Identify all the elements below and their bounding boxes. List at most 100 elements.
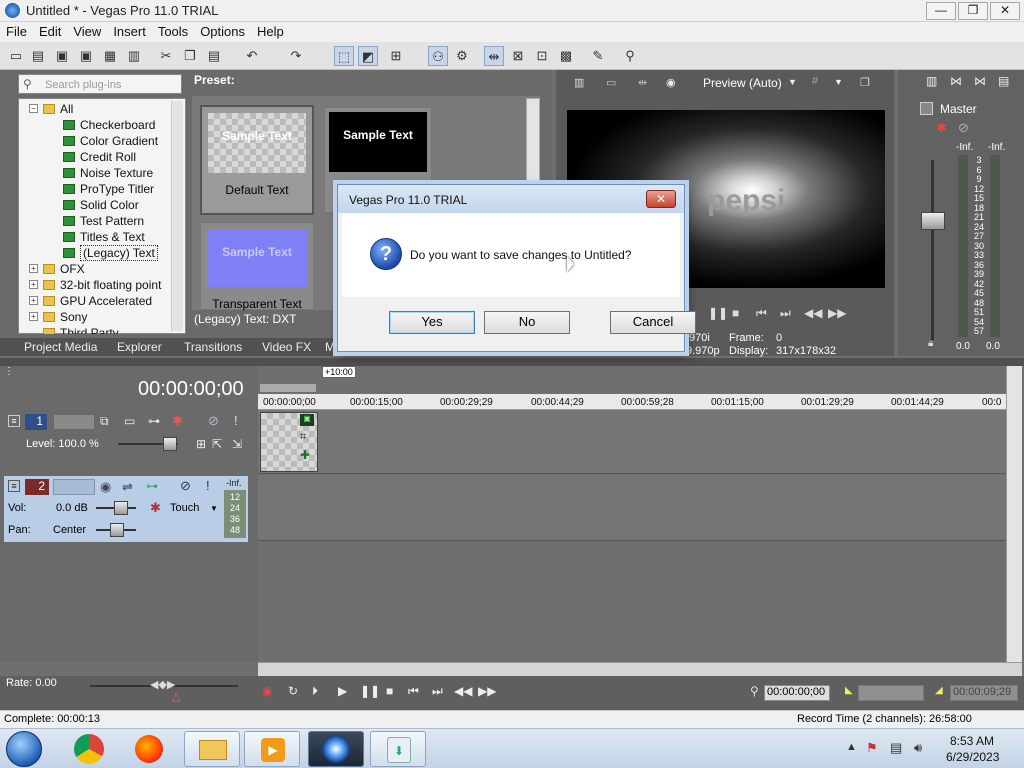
- next-frame-icon[interactable]: ⏭: [780, 306, 791, 321]
- parent-child-icon[interactable]: ⊶: [148, 414, 160, 428]
- vol-slider[interactable]: [114, 501, 128, 515]
- taskbar-firefox[interactable]: [122, 731, 178, 767]
- preview-fx-icon[interactable]: ◉: [666, 76, 676, 89]
- tree-scrollbar[interactable]: [171, 101, 183, 331]
- event-fx-icon[interactable]: ✚: [300, 448, 310, 462]
- downmix-icon[interactable]: ⋈: [950, 74, 962, 88]
- clock-time[interactable]: 8:53 AM: [950, 734, 994, 748]
- snapping-icon[interactable]: ⊞: [386, 46, 406, 66]
- taskbar-media-player[interactable]: ▶: [244, 731, 300, 767]
- tree-item-legacy-text[interactable]: (Legacy) Text: [63, 245, 158, 261]
- tab-transitions[interactable]: Transitions: [184, 340, 242, 354]
- timeline-vscroll[interactable]: [1006, 366, 1022, 662]
- menu-tools[interactable]: Tools: [152, 22, 194, 39]
- enable-snapping-icon[interactable]: ⇹: [484, 46, 504, 66]
- master-mute-icon[interactable]: ⊘: [958, 120, 969, 136]
- plugin-tree[interactable]: − All Checkerboard Color Gradient Credit…: [18, 98, 186, 334]
- tree-item-32bit[interactable]: 32-bit floating point: [43, 278, 161, 292]
- dialog-close-button[interactable]: ✕: [646, 190, 676, 208]
- prev-frame-icon[interactable]: ⏮: [756, 306, 767, 321]
- solo-icon[interactable]: !: [206, 478, 210, 493]
- prev-frame-icon[interactable]: ◀◀: [454, 684, 472, 698]
- taskbar-vegas[interactable]: [308, 731, 364, 767]
- event-pan-crop-icon[interactable]: ▣: [300, 414, 314, 426]
- menu-file[interactable]: File: [0, 22, 33, 39]
- taskbar-installer[interactable]: ⬇: [370, 731, 426, 767]
- collapse-all-icon[interactable]: −: [29, 104, 38, 113]
- record-icon[interactable]: ◉: [262, 684, 272, 698]
- tray-volume-icon[interactable]: 🔊︎: [914, 740, 922, 756]
- compositing-icon[interactable]: ⇱: [212, 437, 222, 451]
- maximize-button[interactable]: ❐: [958, 2, 988, 20]
- tree-item-color-gradient[interactable]: Color Gradient: [63, 134, 158, 148]
- cut-icon[interactable]: ✂: [156, 46, 176, 66]
- save-as-icon[interactable]: ▣: [76, 46, 96, 66]
- tab-project-media[interactable]: Project Media: [24, 340, 97, 354]
- tray-arrow-icon[interactable]: ▲: [846, 741, 857, 753]
- master-lock-icon[interactable]: 🔒︎: [928, 338, 933, 349]
- expand-icon[interactable]: +: [29, 312, 38, 321]
- tab-explorer[interactable]: Explorer: [117, 340, 162, 354]
- selection-length-field[interactable]: 00:00:09;29: [950, 685, 1018, 701]
- go-to-start-icon[interactable]: ⏮: [408, 684, 419, 699]
- overlays-icon[interactable]: #: [812, 75, 818, 87]
- tab-video-fx[interactable]: Video FX: [262, 340, 311, 354]
- split-screen-icon[interactable]: ⇹: [638, 76, 647, 89]
- track-expand-icon[interactable]: ≡: [8, 415, 20, 427]
- properties-icon[interactable]: ▥: [124, 46, 144, 66]
- automation-icon[interactable]: ✱: [150, 500, 161, 516]
- stop-icon[interactable]: ■: [386, 684, 393, 698]
- menu-edit[interactable]: Edit: [33, 22, 67, 39]
- undo-icon[interactable]: ↶: [242, 46, 262, 66]
- yes-button[interactable]: Yes: [389, 311, 475, 334]
- no-button[interactable]: No: [484, 311, 570, 334]
- track-expand-icon[interactable]: ≡: [8, 480, 20, 492]
- next-frame-icon[interactable]: ▶▶: [478, 684, 496, 698]
- master-fx-icon[interactable]: ✱: [936, 120, 947, 136]
- cancel-button[interactable]: Cancel: [610, 311, 696, 334]
- menu-options[interactable]: Options: [194, 22, 251, 39]
- solo-icon[interactable]: !: [234, 413, 238, 428]
- tab-media-generators[interactable]: M: [325, 340, 335, 354]
- tree-item-checkerboard[interactable]: Checkerboard: [63, 118, 155, 132]
- invert-phase-icon[interactable]: ⇌: [122, 479, 133, 495]
- close-button[interactable]: ✕: [990, 2, 1020, 20]
- paste-icon[interactable]: ▤: [204, 46, 224, 66]
- tree-item-all[interactable]: All: [43, 102, 73, 116]
- tree-item-titles-text[interactable]: Titles & Text: [63, 230, 145, 244]
- help-pointer-icon[interactable]: ✎: [588, 46, 608, 66]
- menu-insert[interactable]: Insert: [107, 22, 152, 39]
- dim-output-icon[interactable]: ⋈: [974, 74, 986, 88]
- tray-flag-icon[interactable]: ⚑: [866, 740, 878, 756]
- audio-track-lane[interactable]: [258, 475, 1006, 541]
- cursor-time-field[interactable]: 00:00:00;00: [764, 685, 830, 701]
- tree-item-gpu[interactable]: GPU Accelerated: [43, 294, 152, 308]
- auto-ripple-icon[interactable]: ⚇: [428, 46, 448, 66]
- compositing-mode-icon[interactable]: ⧉: [100, 414, 109, 429]
- open-folder-icon[interactable]: ▤: [28, 46, 48, 66]
- automation-mode[interactable]: Touch: [170, 502, 199, 514]
- quantize-icon[interactable]: ⊡: [532, 46, 552, 66]
- pause-icon[interactable]: ❚❚: [708, 306, 728, 320]
- save-icon[interactable]: ▣: [52, 46, 72, 66]
- expand-icon[interactable]: +: [29, 280, 38, 289]
- tree-item-sony[interactable]: Sony: [43, 310, 87, 324]
- compositing-child-icon[interactable]: ⇲: [232, 437, 242, 451]
- event-crop-icon[interactable]: ⌗: [300, 431, 306, 444]
- play-from-start-icon[interactable]: ⏵: [312, 684, 318, 699]
- copy-snapshot-icon[interactable]: ❐: [860, 76, 870, 89]
- play-icon[interactable]: ▶: [338, 684, 347, 698]
- expand-icon[interactable]: +: [29, 264, 38, 273]
- tray-network-icon[interactable]: ▤: [890, 740, 902, 756]
- track-fx-icon[interactable]: ✱: [172, 413, 183, 429]
- external-monitor-icon[interactable]: ▭: [606, 76, 616, 89]
- track-motion-icon[interactable]: ⊞: [196, 437, 206, 451]
- whats-this-icon[interactable]: ⚲: [620, 46, 640, 66]
- mute-icon[interactable]: ⊘: [180, 478, 191, 494]
- pan-slider[interactable]: [110, 523, 124, 537]
- tree-item-credit-roll[interactable]: Credit Roll: [63, 150, 136, 164]
- marker-icon[interactable]: ⚲: [750, 684, 759, 698]
- expand-icon[interactable]: +: [29, 296, 38, 305]
- new-file-icon[interactable]: ▭: [6, 46, 26, 66]
- video-track-lane[interactable]: [258, 410, 1006, 474]
